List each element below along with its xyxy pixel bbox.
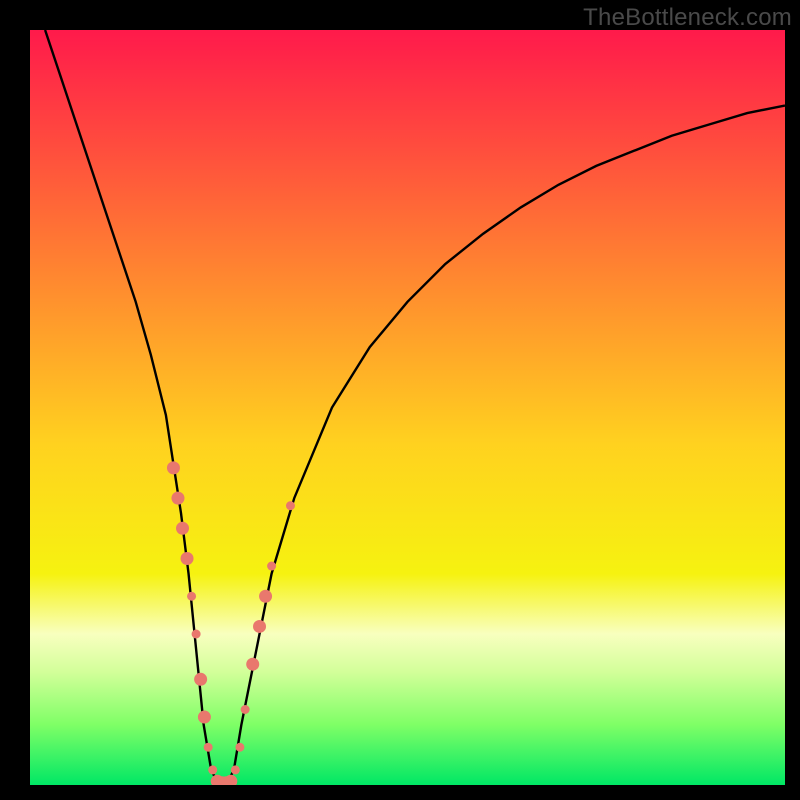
marker-dot [171, 492, 184, 505]
marker-dot [198, 711, 211, 724]
watermark-text: TheBottleneck.com [583, 4, 792, 32]
marker-dot [235, 743, 244, 752]
marker-dot [181, 552, 194, 565]
marker-dot [208, 765, 217, 774]
marker-dot [286, 501, 295, 510]
marker-dot [253, 620, 266, 633]
chart-plot [30, 30, 785, 785]
marker-dot [204, 743, 213, 752]
marker-dot [176, 522, 189, 535]
marker-dot [194, 673, 207, 686]
chart-frame: TheBottleneck.com [0, 0, 800, 800]
marker-dot [267, 562, 276, 571]
marker-dot [246, 658, 259, 671]
marker-dot [241, 705, 250, 714]
chart-background [30, 30, 785, 785]
marker-dot [259, 590, 272, 603]
marker-dot [231, 765, 240, 774]
marker-dot [192, 630, 201, 639]
marker-dot [187, 592, 196, 601]
marker-dot [167, 461, 180, 474]
